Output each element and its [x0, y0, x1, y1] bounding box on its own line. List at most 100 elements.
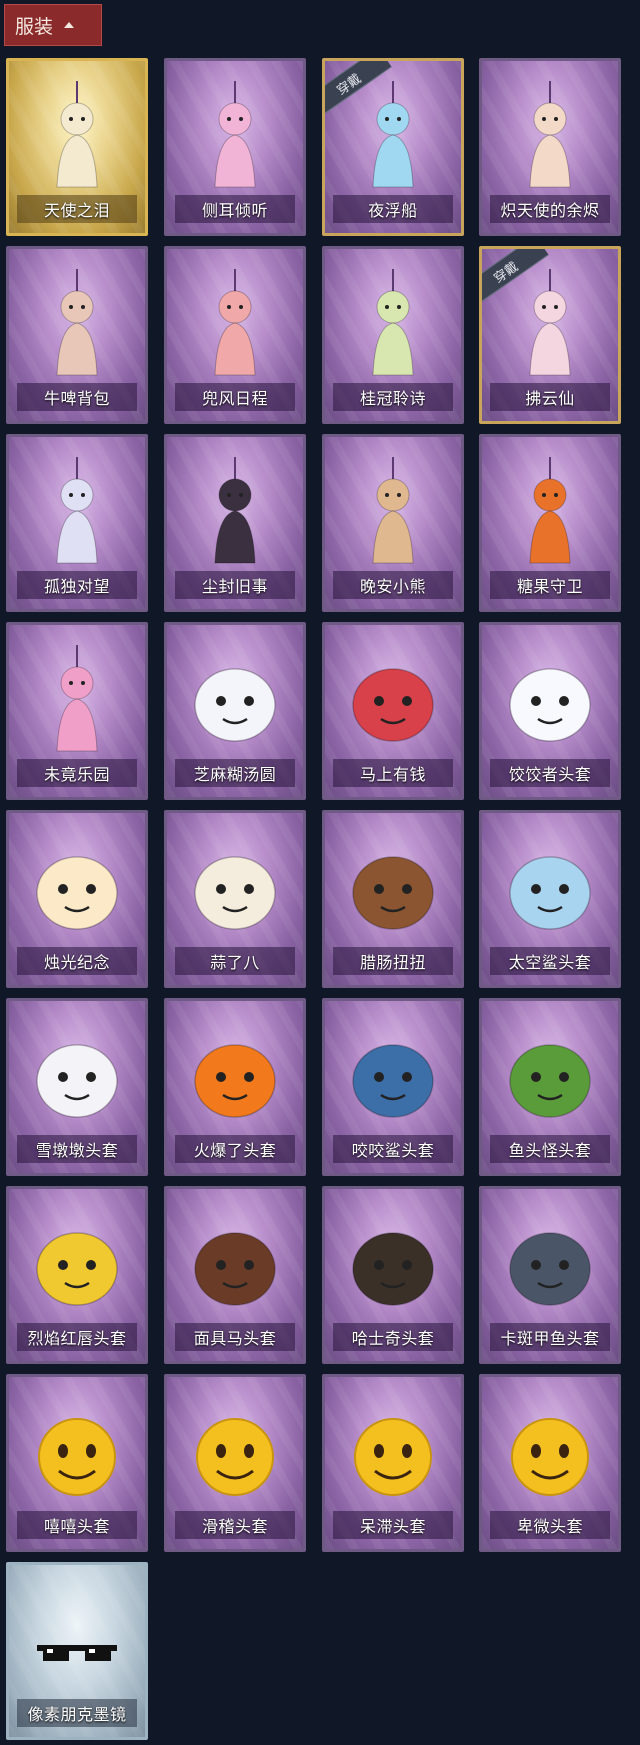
fire-mask-icon: [194, 1044, 276, 1118]
outfit-name: 夜浮船: [333, 195, 453, 223]
outfit-card[interactable]: 穿戴 夜浮船: [322, 58, 464, 236]
husky-mask-icon: [352, 1232, 434, 1306]
outfit-card[interactable]: 糖果守卫: [479, 434, 621, 612]
outfit-card[interactable]: 嘻嘻头套: [6, 1374, 148, 1552]
outfit-name: 芝麻糊汤圆: [175, 759, 295, 787]
outfit-card[interactable]: 哈士奇头套: [322, 1186, 464, 1364]
outfit-art: [345, 1207, 441, 1317]
sad-emoji-mask-icon: [511, 1418, 589, 1496]
outfit-art: [187, 1019, 283, 1129]
outfit-card[interactable]: 烛光纪念: [6, 810, 148, 988]
outfit-art: [187, 831, 283, 941]
outfit-card[interactable]: 蒜了八: [164, 810, 306, 988]
outfit-name: 鱼头怪头套: [490, 1135, 610, 1163]
outfit-card[interactable]: 兜风日程: [164, 246, 306, 424]
outfit-card[interactable]: 天使之泪: [6, 58, 148, 236]
outfit-art: [187, 79, 283, 189]
smirk-emoji-mask-icon: [196, 1418, 274, 1496]
outfit-art: [345, 1395, 441, 1505]
outfit-card[interactable]: 穿戴 拂云仙: [479, 246, 621, 424]
outfit-art: [502, 831, 598, 941]
outfit-art: [345, 1019, 441, 1129]
outfit-name: 尘封旧事: [175, 571, 295, 599]
grin-emoji-mask-icon: [38, 1418, 116, 1496]
outfit-name: 雪墩墩头套: [17, 1135, 137, 1163]
outfit-art: [502, 267, 598, 377]
outfit-card[interactable]: 卑微头套: [479, 1374, 621, 1552]
outfit-name: 兜风日程: [175, 383, 295, 411]
outfit-art: [187, 1207, 283, 1317]
outfit-name: 烈焰红唇头套: [17, 1323, 137, 1351]
outfit-card[interactable]: 晚安小熊: [322, 434, 464, 612]
bear-charm-icon: [372, 457, 414, 564]
outfit-name: 糖果守卫: [490, 571, 610, 599]
yellow-mask-icon: [36, 1232, 118, 1306]
outfit-art: [345, 643, 441, 753]
silver-doll-icon: [56, 457, 98, 564]
outfit-name: 桂冠聆诗: [333, 383, 453, 411]
horse-head-mask-icon: [194, 1232, 276, 1306]
outfit-card[interactable]: 孤独对望: [6, 434, 148, 612]
outfit-card[interactable]: 像素朋克墨镜: [6, 1562, 148, 1740]
outfit-name: 太空鲨头套: [490, 947, 610, 975]
shark-mask-icon: [352, 1044, 434, 1118]
outfit-card[interactable]: 鱼头怪头套: [479, 998, 621, 1176]
outfit-name: 卡斑甲鱼头套: [490, 1323, 610, 1351]
outfit-art: [502, 79, 598, 189]
cow-barrel-icon: [56, 269, 98, 376]
outfit-name: 晚安小熊: [333, 571, 453, 599]
snowman-mask-icon: [36, 1044, 118, 1118]
outfit-card[interactable]: 芝麻糊汤圆: [164, 622, 306, 800]
outfit-card[interactable]: 饺饺者头套: [479, 622, 621, 800]
jellyfish-charm-icon: [372, 81, 414, 188]
cap-doll-icon: [214, 269, 256, 376]
outfit-name: 天使之泪: [17, 195, 137, 223]
jester-doll-icon: [56, 645, 98, 752]
outfit-card[interactable]: 滑稽头套: [164, 1374, 306, 1552]
outfit-card[interactable]: 烈焰红唇头套: [6, 1186, 148, 1364]
outfit-card[interactable]: 炽天使的余烬: [479, 58, 621, 236]
outfit-name: 滑稽头套: [175, 1511, 295, 1539]
outfit-card[interactable]: 桂冠聆诗: [322, 246, 464, 424]
outfit-card[interactable]: 腊肠扭扭: [322, 810, 464, 988]
outfit-card[interactable]: 火爆了头套: [164, 998, 306, 1176]
outfit-card[interactable]: 太空鲨头套: [479, 810, 621, 988]
dazed-emoji-mask-icon: [354, 1418, 432, 1496]
outfit-card[interactable]: 牛啤背包: [6, 246, 148, 424]
outfit-card[interactable]: 马上有钱: [322, 622, 464, 800]
garlic-mask-icon: [194, 856, 276, 930]
outfit-card[interactable]: 侧耳倾听: [164, 58, 306, 236]
space-shark-mask-icon: [509, 856, 591, 930]
candle-mask-icon: [36, 856, 118, 930]
outfit-card[interactable]: 呆滞头套: [322, 1374, 464, 1552]
outfit-card[interactable]: 雪墩墩头套: [6, 998, 148, 1176]
outfit-name: 烛光纪念: [17, 947, 137, 975]
fairy-charm-icon: [529, 269, 571, 376]
pumpkin-charm-icon: [529, 457, 571, 564]
outfit-art: [29, 643, 125, 753]
outfit-art: [187, 643, 283, 753]
outfit-name: 腊肠扭扭: [333, 947, 453, 975]
outfit-name: 牛啤背包: [17, 383, 137, 411]
outfit-card[interactable]: 尘封旧事: [164, 434, 306, 612]
cloud-mask-icon: [509, 668, 591, 742]
outfit-art: [502, 1395, 598, 1505]
outfit-art: [29, 267, 125, 377]
outfit-name: 面具马头套: [175, 1323, 295, 1351]
outfit-art: [29, 455, 125, 565]
outfit-grid: 天使之泪 侧耳倾听 穿戴 夜浮船 炽天使的余烬牛啤背包 兜风日程 桂冠聆诗 穿戴 拂云仙孤独对望…: [0, 0, 640, 1745]
fish-mask-icon: [509, 1044, 591, 1118]
outfit-card[interactable]: 卡斑甲鱼头套: [479, 1186, 621, 1364]
outfit-card[interactable]: 咬咬鲨头套: [322, 998, 464, 1176]
outfit-card[interactable]: 面具马头套: [164, 1186, 306, 1364]
outfit-card[interactable]: 未竟乐园: [6, 622, 148, 800]
outfit-art: [29, 79, 125, 189]
outfit-art: [502, 1207, 598, 1317]
outfit-art: [502, 1019, 598, 1129]
outfit-art: [345, 79, 441, 189]
outfit-art: [345, 455, 441, 565]
outfit-name: 孤独对望: [17, 571, 137, 599]
outfit-art: [29, 1207, 125, 1317]
outfit-name: 卑微头套: [490, 1511, 610, 1539]
outfit-name: 马上有钱: [333, 759, 453, 787]
